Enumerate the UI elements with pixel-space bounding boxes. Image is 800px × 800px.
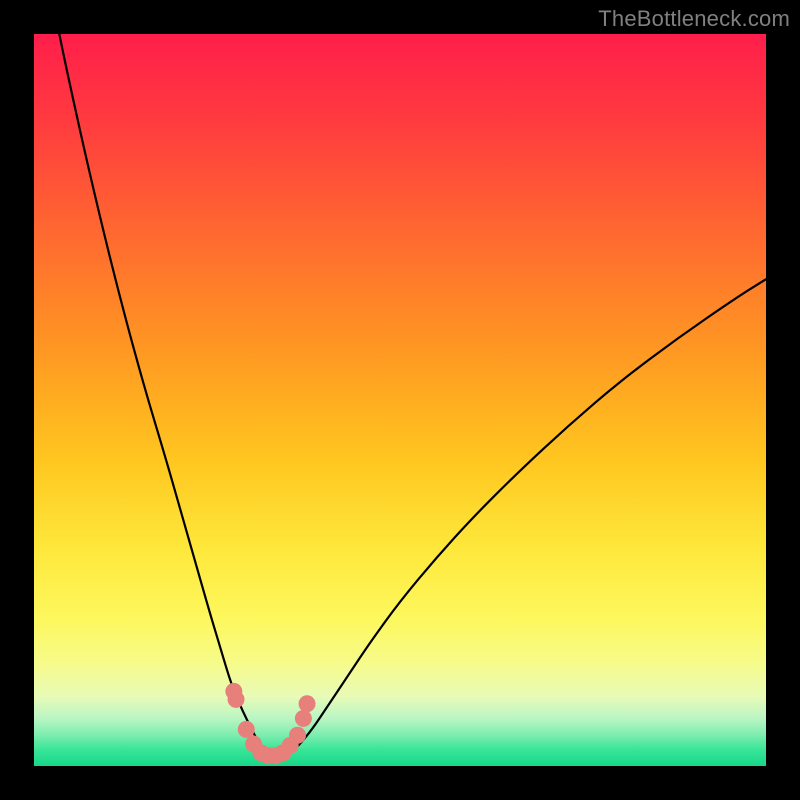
data-marker [289, 727, 306, 744]
data-marker [228, 691, 245, 708]
gradient-background [34, 34, 766, 766]
watermark-label: TheBottleneck.com [598, 6, 790, 32]
data-marker [295, 710, 312, 727]
plot-area [34, 34, 766, 766]
data-marker [299, 695, 316, 712]
outer-frame: TheBottleneck.com [0, 0, 800, 800]
data-marker [238, 721, 255, 738]
chart-svg [34, 34, 766, 766]
